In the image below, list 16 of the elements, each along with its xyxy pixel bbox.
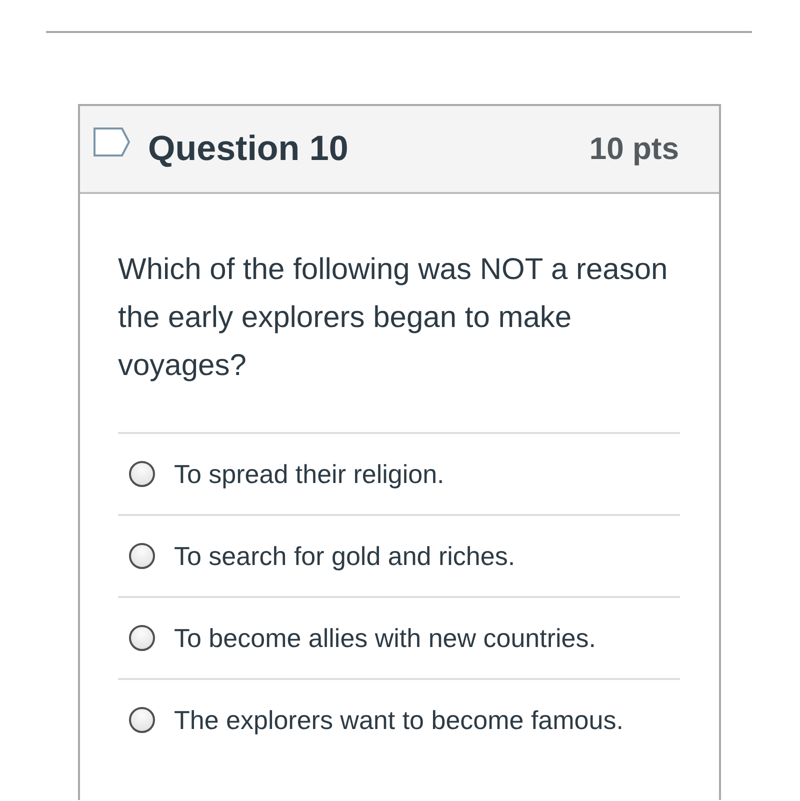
radio-button[interactable] [129,707,155,733]
radio-button[interactable] [129,543,155,569]
answer-label: To become allies with new countries. [174,622,596,654]
answer-label: To search for gold and riches. [174,540,516,572]
question-text: Which of the following was NOT a reason the early explorers began to make voyages? [118,252,669,384]
flag-icon[interactable] [93,127,131,157]
points-label: 10 pts [589,131,679,167]
question-title: Question 10 [148,129,348,169]
answer-label: To spread their religion. [174,458,444,490]
answer-option[interactable]: To spread their religion. [118,432,680,514]
radio-button[interactable] [129,625,155,651]
answer-label: The explorers want to become famous. [174,704,624,736]
answer-option[interactable]: To search for gold and riches. [118,514,680,596]
answer-option[interactable]: The explorers want to become famous. [118,678,680,760]
radio-button[interactable] [129,461,155,487]
answer-option[interactable]: To become allies with new countries. [118,596,680,678]
